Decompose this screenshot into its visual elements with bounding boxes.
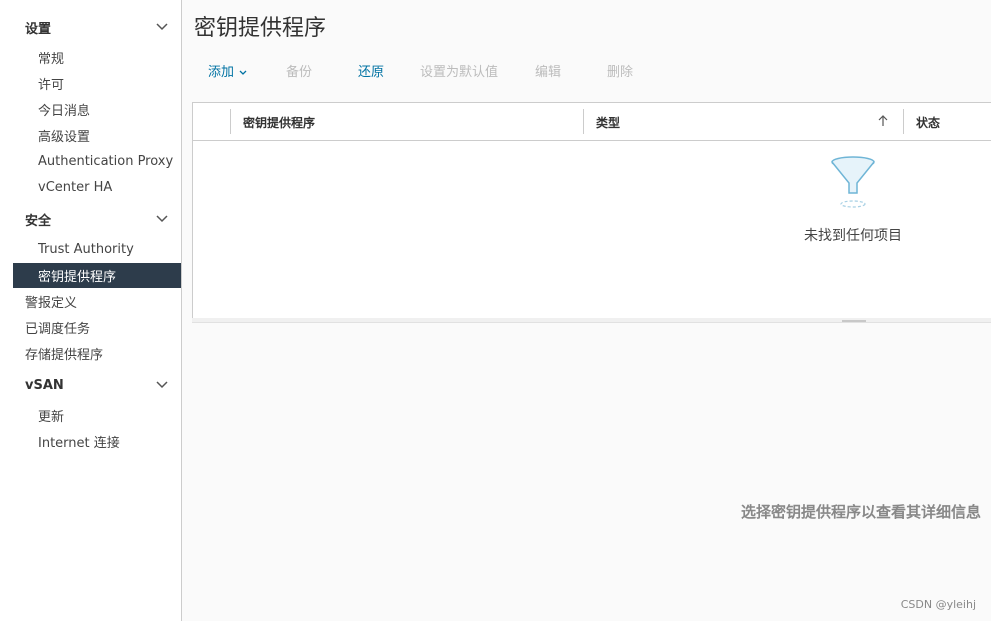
section-vsan-label: vSAN: [25, 377, 64, 393]
empty-placeholder: 未找到任何项目: [753, 155, 953, 245]
main-content: 密钥提供程序 添加 备份 还原 设置为默认值 编辑 删除 密钥提供程序 类型 状…: [182, 0, 991, 621]
sidebar-item-alarm-definitions[interactable]: 警报定义: [0, 289, 181, 314]
column-separator: [583, 109, 584, 134]
edit-button[interactable]: 编辑: [535, 60, 561, 85]
backup-button[interactable]: 备份: [286, 60, 312, 85]
restore-button[interactable]: 还原: [358, 60, 384, 85]
sidebar-item-vcenter-ha[interactable]: vCenter HA: [13, 175, 181, 200]
sidebar-item-internet-connectivity[interactable]: Internet 连接: [13, 429, 181, 454]
sidebar-item-updates[interactable]: 更新: [13, 403, 181, 428]
funnel-icon: [831, 156, 875, 208]
sidebar-item-trust-authority[interactable]: Trust Authority: [13, 237, 181, 262]
watermark: CSDN @yleihj: [900, 598, 976, 611]
set-default-button[interactable]: 设置为默认值: [420, 60, 498, 85]
drag-handle[interactable]: [842, 320, 866, 322]
section-vsan-header[interactable]: vSAN: [0, 371, 181, 399]
grid-resize-bar[interactable]: [192, 318, 991, 323]
section-settings-label: 设置: [25, 21, 52, 37]
empty-text: 未找到任何项目: [804, 228, 902, 244]
key-provider-grid: 密钥提供程序 类型 状态 未找到任何项目: [192, 102, 991, 319]
grid-header: 密钥提供程序 类型 状态: [193, 103, 991, 141]
detail-hint: 选择密钥提供程序以查看其详细信息: [740, 503, 981, 521]
page-title: 密钥提供程序: [194, 16, 327, 41]
sidebar-item-authentication-proxy[interactable]: Authentication Proxy: [13, 149, 181, 174]
section-security-label: 安全: [25, 213, 52, 229]
column-header-status[interactable]: 状态: [916, 114, 940, 131]
chevron-down-icon: [156, 381, 168, 389]
sidebar-item-licensing[interactable]: 许可: [13, 71, 181, 96]
caret-down-icon: [239, 70, 247, 75]
toolbar: 添加 备份 还原 设置为默认值 编辑 删除: [182, 60, 991, 85]
sidebar-item-scheduled-tasks[interactable]: 已调度任务: [0, 315, 181, 340]
sidebar-item-key-providers[interactable]: 密钥提供程序: [13, 263, 181, 288]
sidebar-item-general[interactable]: 常规: [13, 45, 181, 70]
column-header-key-provider[interactable]: 密钥提供程序: [243, 114, 315, 131]
sidebar-item-message-of-day[interactable]: 今日消息: [13, 97, 181, 122]
section-settings-header[interactable]: 设置: [0, 13, 181, 41]
section-security-header[interactable]: 安全: [0, 205, 181, 233]
delete-button[interactable]: 删除: [607, 60, 633, 85]
column-separator: [230, 109, 231, 134]
add-button-label: 添加: [208, 65, 235, 80]
chevron-down-icon: [156, 23, 168, 31]
column-header-type[interactable]: 类型: [596, 114, 620, 131]
chevron-down-icon: [156, 215, 168, 223]
arrow-up-icon[interactable]: [877, 114, 889, 128]
sidebar-item-advanced-settings[interactable]: 高级设置: [13, 123, 181, 148]
sidebar-item-storage-providers[interactable]: 存储提供程序: [0, 341, 181, 366]
column-separator: [903, 109, 904, 134]
sidebar: 设置 常规 许可 今日消息 高级设置 Authentication Proxy …: [0, 0, 182, 621]
add-button[interactable]: 添加: [208, 60, 247, 85]
